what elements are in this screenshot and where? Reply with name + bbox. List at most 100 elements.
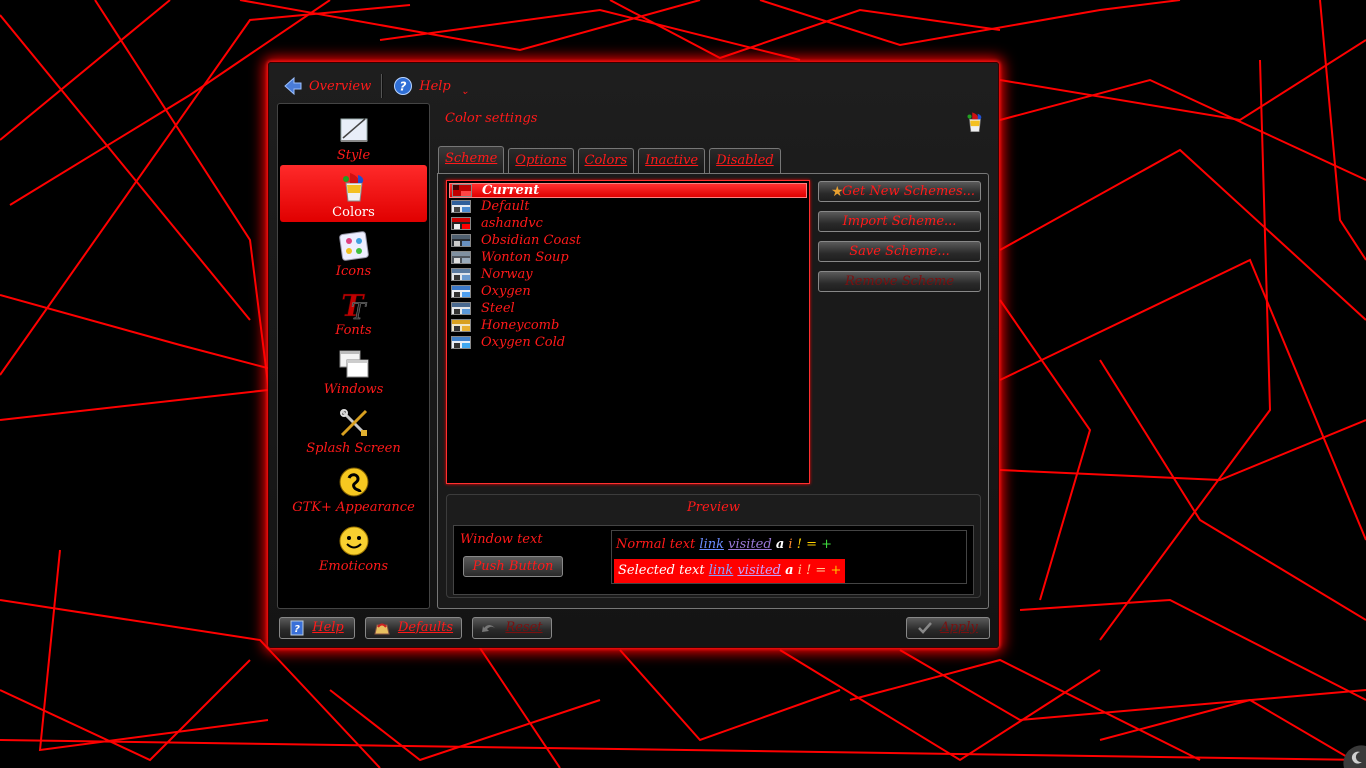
preview-window-text: Window text [460,532,543,547]
dialog-button-bar: ? Help Defaults Reset Apply [277,615,992,641]
scheme-swatch-icon [451,251,471,264]
preview-visited: visited [728,537,772,552]
preview-active: a [775,537,785,552]
preview-title: Preview [687,500,740,515]
scheme-swatch-icon [451,200,471,213]
sidebar-item-gtk-appearance[interactable]: GTK+ Appearance [280,460,427,517]
help-button[interactable]: ? Help [279,617,355,639]
list-item[interactable]: Oxygen Cold [447,334,809,351]
color-settings-window: Overview ? Help ⌄ Style Colors Icons T T… [268,62,999,648]
preview-inactive: i [797,563,802,578]
defaults-button[interactable]: Defaults [365,617,462,639]
sidebar-item-colors[interactable]: Colors [280,165,427,222]
preview-neutral: = [815,563,827,578]
list-item[interactable]: Wonton Soup [447,249,809,266]
scheme-swatch-icon [452,184,472,197]
list-item[interactable]: Default [447,198,809,215]
preview-selected-text: Selected text [618,563,705,578]
help-label: Help [419,78,451,94]
sidebar-item-label: Emoticons [318,559,389,574]
remove-scheme-button[interactable]: Remove Scheme [818,271,981,292]
sidebar-item-label: GTK+ Appearance [292,500,415,515]
scheme-swatch-icon [451,217,471,230]
preview-link: link [708,563,734,578]
splash-screen-icon [339,409,367,437]
tab-scheme[interactable]: Scheme [438,146,505,173]
gtk-appearance-icon [339,467,368,497]
preview-inactive: i [788,537,793,552]
tab-options[interactable]: Options [508,148,574,173]
overview-label: Overview [309,78,372,94]
scheme-swatch-icon [451,336,471,349]
preview-push-button: Push Button [463,556,563,577]
scheme-name: Oxygen [481,284,531,299]
save-scheme-label: Save Scheme... [849,244,950,259]
tab-bar: Scheme Options Colors Inactive Disabled [438,146,781,173]
sidebar-item-label: Icons [335,264,372,279]
scheme-swatch-icon [451,319,471,332]
sidebar-item-windows[interactable]: Windows [280,342,427,399]
toolbar-separator [381,74,384,98]
scheme-name: Wonton Soup [481,250,569,265]
icons-icon [338,231,369,261]
chevron-down-icon[interactable]: ⌄ [461,86,469,97]
sidebar-item-label: Windows [323,382,384,397]
sidebar-item-style[interactable]: Style [280,108,427,165]
get-new-schemes-button[interactable]: ★ Get New Schemes... [818,181,981,202]
scheme-list[interactable]: Current Default ashandvc Obsidian Coast … [446,180,810,484]
tab-disabled[interactable]: Disabled [709,148,781,173]
sidebar-item-label: Splash Screen [306,441,401,456]
sidebar-item-fonts[interactable]: T T Fonts [280,283,427,340]
list-item[interactable]: Norway [447,266,809,283]
save-scheme-button[interactable]: Save Scheme... [818,241,981,262]
scheme-buttons: ★ Get New Schemes... Import Scheme... Sa… [818,181,981,301]
tab-inactive[interactable]: Inactive [638,148,706,173]
preview-neutral: = [806,537,818,552]
sidebar-item-label: Style [336,148,371,163]
help-button[interactable]: ? Help [387,73,457,99]
preview-normal-line: Normal text link visited a i ! = + [616,537,832,552]
list-item[interactable]: Steel [447,300,809,317]
list-item[interactable]: ashandvc [447,215,809,232]
preview-active: a [785,563,794,578]
list-item[interactable]: Honeycomb [447,317,809,334]
svg-text:?: ? [400,80,407,94]
scheme-name: Obsidian Coast [481,233,581,248]
svg-text:T: T [351,300,368,321]
sidebar-item-icons[interactable]: Icons [280,224,427,281]
scheme-swatch-icon [451,268,471,281]
windows-icon [339,350,368,378]
remove-scheme-label: Remove Scheme [844,274,955,289]
import-scheme-button[interactable]: Import Scheme... [818,211,981,232]
preview-link: link [699,537,724,552]
sidebar-item-splash-screen[interactable]: Splash Screen [280,401,427,458]
tab-colors[interactable]: Colors [577,148,635,173]
style-icon [340,118,367,142]
overview-button[interactable]: Overview [277,73,377,99]
sidebar-item-label: Fonts [335,323,372,338]
svg-text:?: ? [294,624,300,635]
fonts-icon: T T [340,289,368,321]
colors-icon [342,173,363,202]
toolbar: Overview ? Help ⌄ [277,69,469,103]
preview-negative: ! [806,563,812,578]
preview-selected-line: Selected text link visited a i ! = + [614,559,846,583]
preview-normal-text: Normal text [616,537,696,552]
scheme-name: Honeycomb [481,318,560,333]
preview-group: Preview Window text Push Button Normal t… [446,494,981,598]
reset-button[interactable]: Reset [472,617,552,639]
scheme-swatch-icon [451,302,471,315]
scheme-swatch-icon [451,285,471,298]
apply-button[interactable]: Apply [906,617,990,639]
scheme-tab-panel: Current Default ashandvc Obsidian Coast … [437,173,989,609]
sidebar-item-emoticons[interactable]: Emoticons [280,519,427,576]
list-item[interactable]: Oxygen [447,283,809,300]
preview-area: Window text Push Button Normal text link… [453,525,974,595]
emoticons-icon [339,526,368,556]
list-item[interactable]: Current [449,183,807,198]
list-item[interactable]: Obsidian Coast [447,232,809,249]
defaults-icon [374,623,390,635]
defaults-label: Defaults [397,620,454,635]
scheme-name: Oxygen Cold [481,335,566,350]
crescent-moon-icon[interactable] [1338,740,1366,768]
